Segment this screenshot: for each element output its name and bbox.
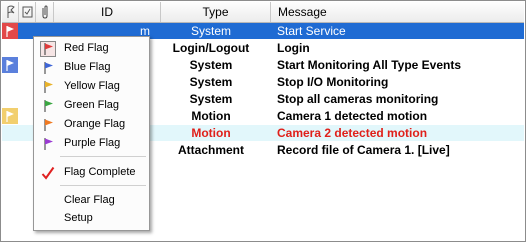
column-header-bar: ID Type Message bbox=[2, 2, 524, 23]
row-flag-blue-icon[interactable] bbox=[2, 57, 18, 73]
checkmark-icon bbox=[41, 166, 55, 180]
checked-column-header[interactable] bbox=[19, 2, 36, 22]
menu-item-setup[interactable]: Setup bbox=[35, 209, 148, 228]
row-type: Motion bbox=[191, 126, 231, 140]
blue-flag-icon bbox=[44, 62, 53, 74]
row-flag-red-icon[interactable] bbox=[2, 23, 18, 39]
type-column-header[interactable]: Type bbox=[161, 2, 271, 22]
menu-item-orange-flag[interactable]: Orange Flag bbox=[35, 115, 148, 134]
menu-item-label: Green Flag bbox=[64, 99, 120, 111]
menu-item-label: Setup bbox=[64, 212, 93, 224]
row-type: System bbox=[190, 24, 231, 38]
menu-item-label: Red Flag bbox=[64, 42, 109, 54]
menu-item-label: Flag Complete bbox=[64, 166, 136, 178]
row-type: System bbox=[189, 92, 233, 106]
menu-item-clear-flag[interactable]: Clear Flag bbox=[35, 191, 148, 210]
row-message: Record file of Camera 1. [Live] bbox=[277, 143, 450, 157]
menu-item-label: Yellow Flag bbox=[64, 80, 120, 92]
checkbox-icon bbox=[22, 6, 33, 18]
row-message: Stop I/O Monitoring bbox=[277, 75, 389, 89]
menu-item-yellow-flag[interactable]: Yellow Flag bbox=[35, 77, 148, 96]
flag-context-menu: Red Flag Blue Flag Yellow Flag Green Fla… bbox=[33, 36, 150, 231]
menu-item-purple-flag[interactable]: Purple Flag bbox=[35, 134, 148, 153]
attachment-column-header[interactable] bbox=[36, 2, 54, 22]
menu-item-flag-complete[interactable]: Flag Complete bbox=[35, 163, 148, 182]
menu-item-red-flag[interactable]: Red Flag bbox=[35, 39, 148, 58]
row-type: System bbox=[189, 58, 233, 72]
yellow-flag-icon bbox=[44, 81, 53, 93]
id-column-header[interactable]: ID bbox=[54, 2, 161, 22]
menu-item-label: Purple Flag bbox=[64, 137, 121, 149]
paperclip-icon bbox=[42, 5, 48, 19]
row-message: Stop all cameras monitoring bbox=[277, 92, 439, 106]
menu-separator bbox=[60, 185, 146, 186]
row-message: Login bbox=[277, 41, 310, 55]
green-flag-icon bbox=[44, 100, 53, 112]
row-flag-yellow-icon[interactable] bbox=[2, 108, 18, 124]
orange-flag-icon bbox=[44, 119, 53, 131]
row-type: Motion bbox=[191, 109, 231, 123]
purple-flag-icon bbox=[44, 138, 53, 150]
message-column-header[interactable]: Message bbox=[271, 2, 524, 22]
row-type: System bbox=[189, 75, 233, 89]
row-type: Login/Logout bbox=[172, 41, 250, 55]
red-flag-icon bbox=[40, 41, 56, 57]
row-message: Start Service bbox=[277, 24, 346, 38]
menu-item-label: Orange Flag bbox=[64, 118, 126, 130]
flag-column-header[interactable] bbox=[2, 2, 19, 22]
menu-separator bbox=[60, 156, 146, 157]
row-message: Camera 1 detected motion bbox=[277, 109, 428, 123]
flag-icon bbox=[7, 5, 15, 18]
menu-item-label: Clear Flag bbox=[64, 194, 115, 206]
menu-item-label: Blue Flag bbox=[64, 61, 111, 73]
row-message: Start Monitoring All Type Events bbox=[277, 58, 462, 72]
row-type: Attachment bbox=[177, 143, 244, 157]
menu-item-green-flag[interactable]: Green Flag bbox=[35, 96, 148, 115]
row-message: Camera 2 detected motion bbox=[277, 126, 428, 140]
menu-item-blue-flag[interactable]: Blue Flag bbox=[35, 58, 148, 77]
